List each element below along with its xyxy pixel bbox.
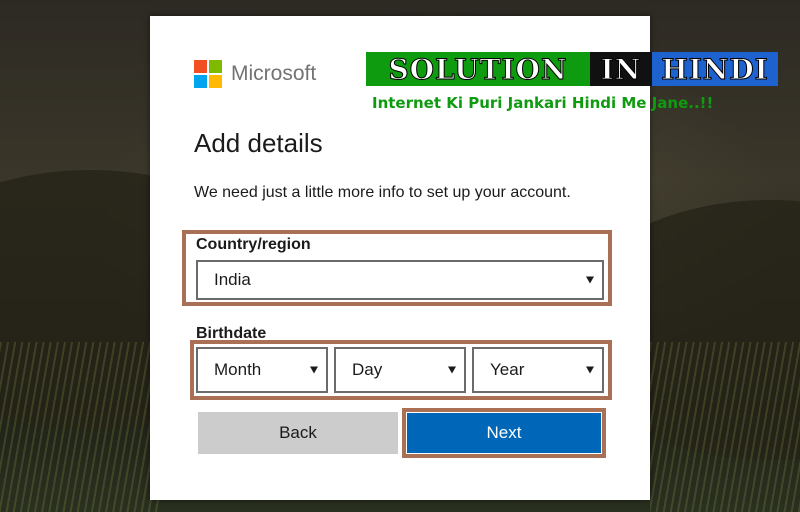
background-grass xyxy=(650,342,800,512)
back-button[interactable]: Back xyxy=(198,412,398,454)
watermark-logo: SOLUTION IN HINDI Internet Ki Puri Janka… xyxy=(366,52,778,112)
country-select[interactable]: India xyxy=(196,260,604,300)
watermark-tagline-text: Internet Ki Puri Jankari Hindi Me Jane..… xyxy=(372,94,714,112)
chevron-down-icon xyxy=(310,366,318,374)
chevron-down-icon xyxy=(586,366,594,374)
birth-year-select[interactable]: Year xyxy=(472,347,604,393)
birth-year-value: Year xyxy=(490,360,525,379)
brand-name: Microsoft xyxy=(231,62,317,85)
birth-month-select[interactable]: Month xyxy=(196,347,328,393)
chevron-down-icon xyxy=(586,276,594,284)
page-title: Add details xyxy=(194,128,323,158)
chevron-down-icon xyxy=(448,366,456,374)
intro-text: We need just a little more info to set u… xyxy=(194,184,571,201)
birth-day-select[interactable]: Day xyxy=(334,347,466,393)
birth-month-value: Month xyxy=(214,360,262,379)
country-selected-value: India xyxy=(214,270,251,289)
watermark-word-hindi: HINDI xyxy=(652,52,778,86)
microsoft-logo-icon xyxy=(194,60,222,88)
background-grass xyxy=(0,342,160,512)
microsoft-logo: Microsoft xyxy=(194,60,316,88)
watermark-word-in: IN xyxy=(590,52,652,86)
watermark-word-solution: SOLUTION xyxy=(366,52,590,86)
next-button[interactable]: Next xyxy=(407,413,601,453)
watermark-tagline: Internet Ki Puri Jankari Hindi Me Jane..… xyxy=(372,94,778,112)
country-label: Country/region xyxy=(196,236,311,253)
birth-day-value: Day xyxy=(352,360,383,379)
